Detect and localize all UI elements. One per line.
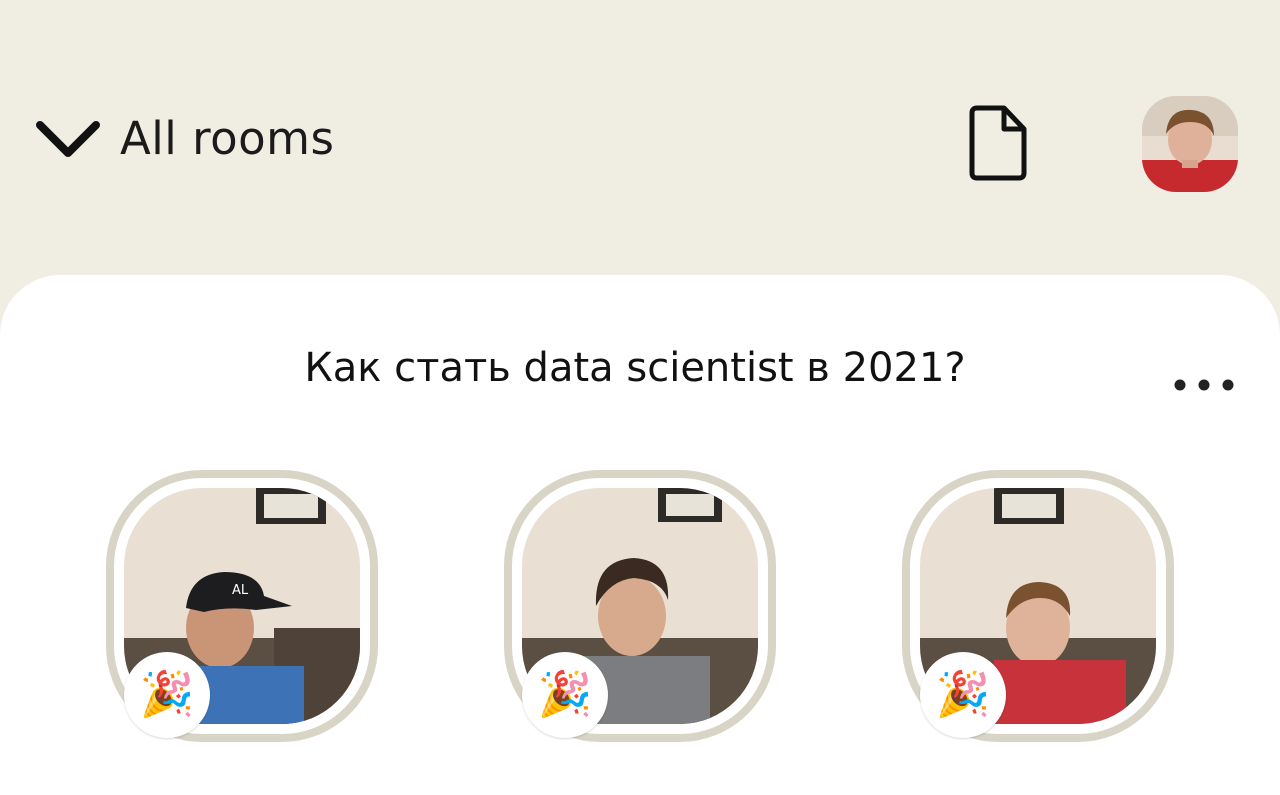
speaker-tile[interactable]: 🎉: [504, 470, 776, 742]
room-title: Как стать data scientist в 2021?: [304, 345, 966, 391]
party-popper-icon: 🎉: [139, 669, 195, 720]
all-rooms-toggle[interactable]: All rooms: [34, 112, 334, 165]
speaker-tile[interactable]: AL 🎉: [106, 470, 378, 742]
chevron-down-icon: [36, 120, 100, 157]
party-popper-icon: 🎉: [537, 669, 593, 720]
more-options-button[interactable]: [1168, 371, 1248, 399]
svg-text:AL: AL: [232, 583, 249, 598]
more-horizontal-icon: [1174, 379, 1234, 391]
party-popper-badge: 🎉: [920, 652, 1006, 738]
party-popper-badge: 🎉: [522, 652, 608, 738]
document-button[interactable]: [962, 103, 1030, 183]
speaker-tile[interactable]: 🎉: [902, 470, 1174, 742]
all-rooms-label: All rooms: [120, 112, 335, 165]
party-popper-icon: 🎉: [935, 669, 991, 720]
room-card[interactable]: Как стать data scientist в 2021? AL 🎉 🎉 …: [0, 275, 1280, 795]
party-popper-badge: 🎉: [124, 652, 210, 738]
avatar: [1142, 96, 1238, 192]
top-bar: All rooms: [0, 0, 1280, 275]
profile-avatar[interactable]: [1142, 96, 1238, 192]
document-icon: [969, 105, 1027, 181]
